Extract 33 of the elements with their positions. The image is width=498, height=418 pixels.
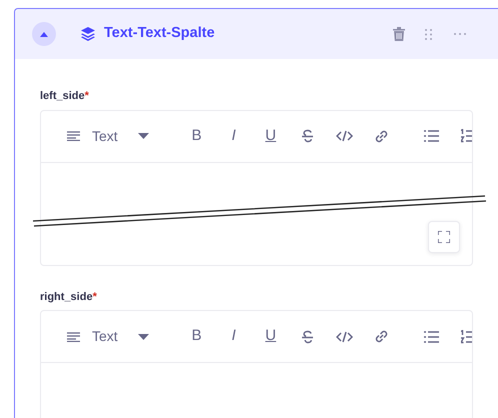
field-label: right_side* (40, 290, 97, 304)
underline-button[interactable]: U (258, 124, 283, 148)
caret-down-icon (138, 334, 149, 340)
bulleted-list-icon (424, 330, 440, 342)
layers-icon (80, 26, 96, 42)
caret-down-icon (138, 133, 149, 139)
link-icon (374, 329, 390, 344)
bold-button[interactable]: B (184, 324, 209, 348)
drag-handle[interactable] (425, 28, 432, 40)
bulleted-list-icon (424, 130, 440, 142)
drag-dots-icon (425, 28, 432, 40)
block-title: Text-Text-Spalte (104, 24, 215, 44)
field-label: left_side* (40, 89, 89, 104)
format-dropdown[interactable]: Text (92, 324, 149, 348)
bold-button[interactable]: B (184, 124, 209, 148)
align-left-icon (66, 332, 80, 342)
underline-button[interactable]: U (258, 324, 283, 348)
caret-up-icon (40, 32, 48, 36)
code-icon (336, 130, 354, 142)
numbered-list-icon (461, 330, 472, 344)
trash-icon (393, 27, 405, 41)
italic-button[interactable]: I (222, 124, 246, 148)
code-icon (336, 330, 354, 342)
format-dropdown[interactable]: Text (92, 124, 149, 148)
numbered-list-icon (461, 129, 472, 143)
align-left-icon (66, 131, 80, 141)
link-icon (374, 128, 390, 144)
fullscreen-icon (438, 230, 450, 242)
collapse-button[interactable] (32, 22, 56, 46)
strikethrough-icon (301, 330, 314, 344)
delete-button[interactable] (393, 27, 405, 41)
strikethrough-icon (301, 129, 314, 143)
italic-button[interactable]: I (222, 324, 246, 348)
